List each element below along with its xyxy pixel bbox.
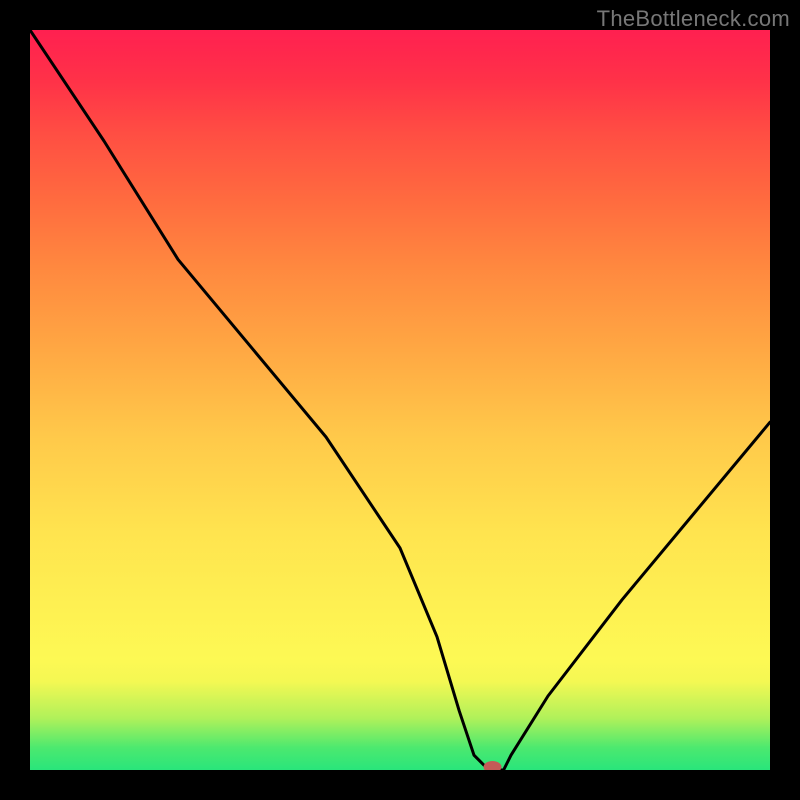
- plot-area: [30, 30, 770, 770]
- watermark-text: TheBottleneck.com: [597, 6, 790, 32]
- minimum-marker: [484, 761, 502, 770]
- bottleneck-curve-path: [30, 30, 770, 770]
- chart-svg: [30, 30, 770, 770]
- chart-container: TheBottleneck.com: [0, 0, 800, 800]
